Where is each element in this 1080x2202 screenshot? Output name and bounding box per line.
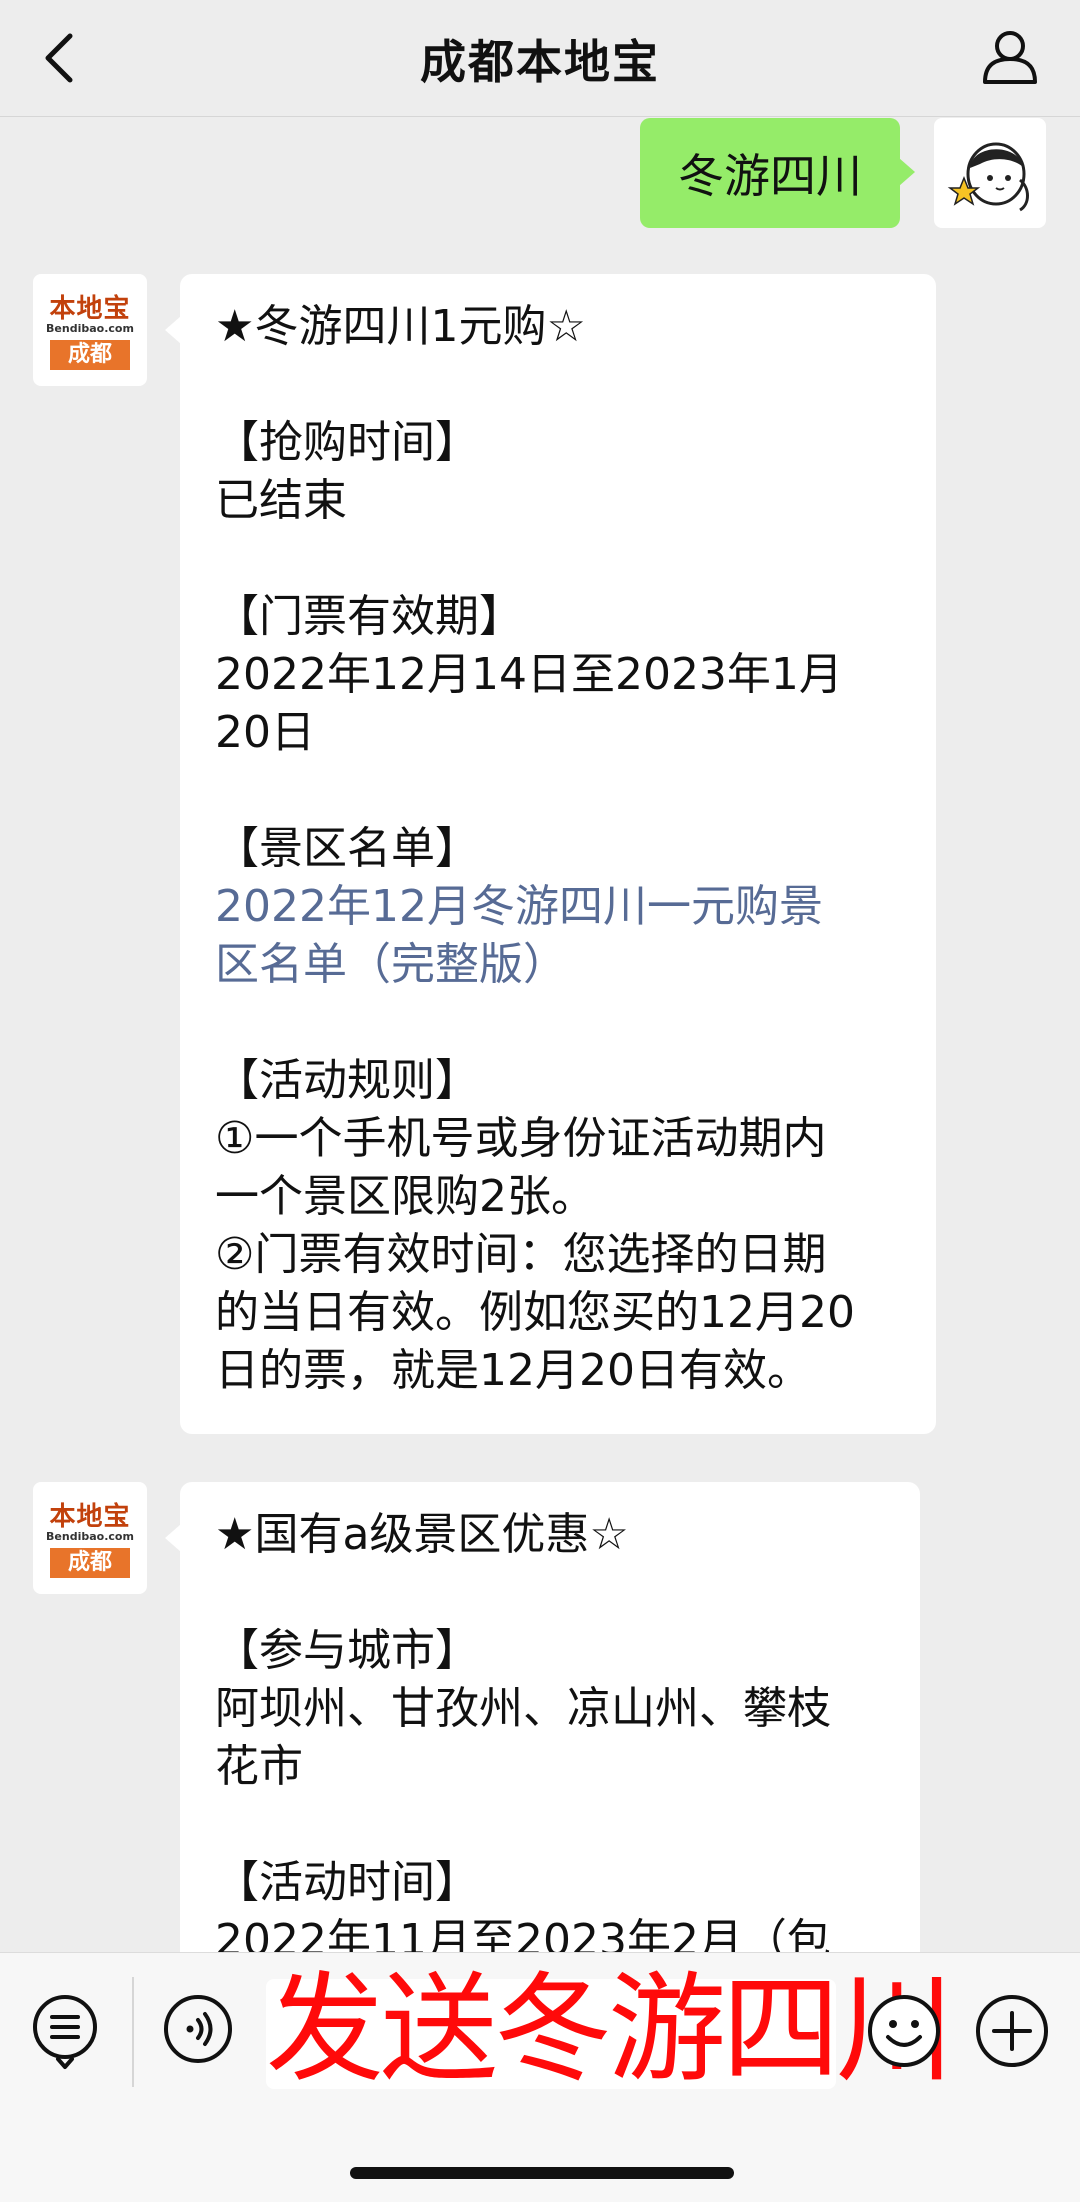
logo-brand-text: 本地宝 <box>49 294 131 324</box>
section-text: ②门票有效时间：您选择的日期 <box>215 1229 827 1280</box>
logo-brand-text: 本地宝 <box>49 1502 131 1532</box>
nav-bar: 成都本地宝 <box>0 0 1080 117</box>
section-text: 阿坝州、甘孜州、凉山州、攀枝 <box>215 1683 831 1734</box>
section-header: 【抢购时间】 <box>215 417 479 468</box>
list-menu-icon[interactable] <box>30 1993 100 2073</box>
section-header: 【活动时间】 <box>215 1857 479 1908</box>
section-text: 一个景区限购2张。 <box>215 1171 595 1222</box>
section-header: 【参与城市】 <box>215 1625 479 1676</box>
section-text: 2022年11月至2023年2月（包 <box>215 1915 831 1952</box>
section-header: 【活动规则】 <box>215 1055 479 1106</box>
plus-icon[interactable] <box>974 1993 1050 2069</box>
scenic-list-link[interactable]: 区名单（完整版） <box>215 936 906 994</box>
sent-message-bubble[interactable]: 冬游四川 <box>640 118 915 228</box>
logo-domain-text: Bendibao.com <box>46 322 134 335</box>
section-text: ①一个手机号或身份证活动期内 <box>215 1113 827 1164</box>
section-text: 的当日有效。例如您买的12月20 <box>215 1287 855 1338</box>
logo-domain-text: Bendibao.com <box>46 1530 134 1543</box>
sent-message-text: 冬游四川 <box>678 149 862 203</box>
logo-city-text: 成都 <box>50 340 130 370</box>
section-text: 已结束 <box>215 475 347 526</box>
home-indicator[interactable] <box>350 2167 734 2179</box>
bot-message-bubble[interactable]: ★国有a级景区优惠☆ 【参与城市】 阿坝州、甘孜州、凉山州、攀枝 花市 【活动时… <box>165 1482 920 1952</box>
chat-area[interactable]: 冬游四川 本地宝 Bendibao.com 成都 ★冬游四川1元购☆ 【抢购时间… <box>0 116 1080 1952</box>
section-header: 【门票有效期】 <box>215 591 523 642</box>
user-avatar[interactable] <box>934 118 1046 228</box>
bot-avatar[interactable]: 本地宝 Bendibao.com 成都 <box>33 274 147 386</box>
divider <box>132 1977 134 2087</box>
girl-sticker-icon <box>947 142 1029 212</box>
emoji-icon[interactable] <box>866 1993 942 2069</box>
section-header: 【景区名单】 <box>215 823 479 874</box>
section-text: 花市 <box>215 1741 303 1792</box>
section-text: 日的票，就是12月20日有效。 <box>215 1345 811 1396</box>
voice-icon[interactable] <box>162 1993 234 2065</box>
message-title: ★冬游四川1元购☆ <box>215 301 586 352</box>
scenic-list-link[interactable]: 2022年12月冬游四川一元购景 <box>215 878 906 936</box>
section-text: 20日 <box>215 707 315 758</box>
input-bar: 发送冬游四川 <box>0 1952 1080 2202</box>
chat-title: 成都本地宝 <box>420 35 660 89</box>
bot-message-bubble[interactable]: ★冬游四川1元购☆ 【抢购时间】 已结束 【门票有效期】 2022年12月14日… <box>165 274 936 1434</box>
person-icon[interactable] <box>980 26 1040 86</box>
bot-avatar[interactable]: 本地宝 Bendibao.com 成都 <box>33 1482 147 1594</box>
section-text: 2022年12月14日至2023年1月 <box>215 649 843 700</box>
message-title: ★国有a级景区优惠☆ <box>215 1509 629 1560</box>
logo-city-text: 成都 <box>50 1548 130 1578</box>
